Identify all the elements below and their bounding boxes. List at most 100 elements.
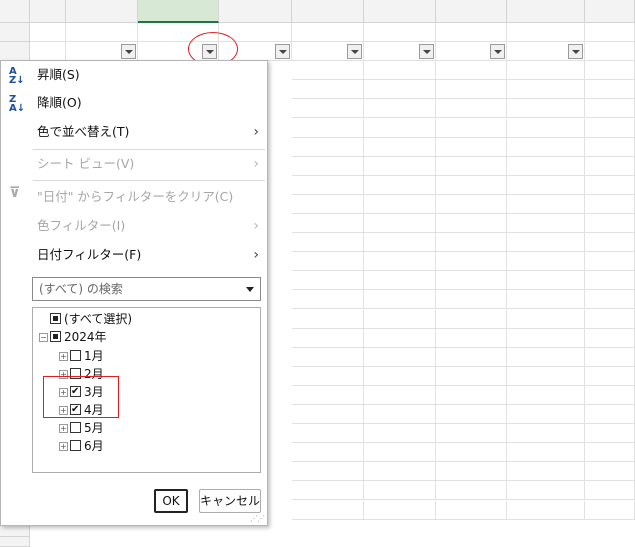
cell[interactable]	[30, 23, 66, 43]
table-cell[interactable]	[292, 175, 364, 195]
cell[interactable]	[585, 233, 635, 253]
table-cell[interactable]	[436, 366, 507, 386]
table-cell[interactable]	[292, 309, 364, 329]
cell[interactable]	[585, 252, 635, 272]
filter-button-e[interactable]	[347, 44, 362, 60]
sort-descending-item[interactable]: Z A↓ 降順(O)	[1, 91, 267, 115]
filter-button-d[interactable]	[275, 44, 290, 60]
table-cell[interactable]	[364, 156, 436, 176]
table-cell[interactable]	[507, 175, 585, 195]
filter-button-g[interactable]	[490, 44, 505, 60]
cell[interactable]	[292, 424, 364, 444]
table-cell[interactable]	[292, 271, 364, 291]
cell[interactable]	[585, 481, 635, 501]
cell[interactable]	[364, 481, 436, 501]
table-cell[interactable]	[507, 99, 585, 119]
column-header-h[interactable]	[507, 0, 585, 23]
row-header[interactable]	[0, 42, 30, 62]
table-cell[interactable]	[507, 366, 585, 386]
table-cell[interactable]	[364, 214, 436, 234]
row-header[interactable]	[0, 537, 30, 547]
cell[interactable]	[585, 271, 635, 291]
ok-button[interactable]: OK	[154, 489, 188, 513]
cell[interactable]	[585, 23, 635, 43]
table-cell[interactable]	[292, 290, 364, 310]
table-cell[interactable]	[292, 156, 364, 176]
cell[interactable]	[364, 500, 436, 520]
column-header-g[interactable]	[436, 0, 507, 23]
table-cell[interactable]	[436, 61, 507, 81]
cell[interactable]	[585, 214, 635, 234]
table-cell[interactable]	[364, 328, 436, 348]
expand-icon[interactable]: +	[59, 424, 68, 433]
tree-month-item[interactable]: +5月	[59, 419, 104, 437]
table-cell[interactable]	[507, 137, 585, 157]
dropdown-arrow-icon[interactable]	[246, 287, 254, 292]
cell[interactable]	[292, 481, 364, 501]
table-cell[interactable]	[507, 61, 585, 81]
table-cell[interactable]	[507, 309, 585, 329]
month-checkbox[interactable]	[70, 350, 81, 361]
filter-button-f[interactable]	[419, 44, 434, 60]
tree-month-item[interactable]: +1月	[59, 347, 104, 365]
cell[interactable]	[507, 385, 585, 405]
column-header-c[interactable]	[138, 0, 219, 23]
cell[interactable]	[585, 366, 635, 386]
cell[interactable]	[436, 405, 507, 425]
table-cell[interactable]	[292, 233, 364, 253]
resize-grip-icon[interactable]: ⋰⋰	[250, 514, 265, 523]
cell[interactable]	[292, 500, 364, 520]
expand-icon[interactable]: +	[59, 442, 68, 451]
month-checkbox[interactable]	[70, 440, 81, 451]
table-cell[interactable]	[507, 328, 585, 348]
table-cell[interactable]	[507, 347, 585, 367]
tree-month-item[interactable]: +6月	[59, 437, 104, 455]
table-cell[interactable]	[292, 328, 364, 348]
cell[interactable]	[364, 443, 436, 463]
cell[interactable]	[585, 156, 635, 176]
cell[interactable]	[507, 462, 585, 482]
cell[interactable]	[585, 462, 635, 482]
table-cell[interactable]	[292, 347, 364, 367]
cell[interactable]	[585, 99, 635, 119]
cell[interactable]	[30, 42, 66, 62]
cell[interactable]	[364, 462, 436, 482]
table-cell[interactable]	[436, 290, 507, 310]
table-cell[interactable]	[364, 99, 436, 119]
column-header-e[interactable]	[292, 0, 364, 23]
cell[interactable]	[585, 443, 635, 463]
cell[interactable]	[585, 290, 635, 310]
table-cell[interactable]	[436, 252, 507, 272]
table-cell[interactable]	[436, 214, 507, 234]
cell[interactable]	[292, 405, 364, 425]
sort-by-color-item[interactable]: 色で並べ替え(T) ›	[1, 120, 267, 144]
cell[interactable]	[585, 500, 635, 520]
cell[interactable]	[292, 443, 364, 463]
month-checkbox[interactable]	[70, 422, 81, 433]
tree-year-2024[interactable]: −2024年	[39, 328, 107, 346]
sort-ascending-item[interactable]: A Z↓ 昇順(S)	[1, 63, 267, 87]
select-all-corner[interactable]	[0, 0, 30, 23]
cell[interactable]	[436, 500, 507, 520]
cell[interactable]	[585, 385, 635, 405]
cancel-button[interactable]: キャンセル	[199, 489, 261, 513]
table-cell[interactable]	[436, 80, 507, 100]
column-header-d[interactable]	[219, 0, 292, 23]
cell[interactable]	[436, 23, 507, 43]
cell[interactable]	[436, 385, 507, 405]
table-cell[interactable]	[436, 194, 507, 214]
cell[interactable]	[436, 443, 507, 463]
table-cell[interactable]	[292, 194, 364, 214]
table-cell[interactable]	[507, 194, 585, 214]
table-cell[interactable]	[507, 290, 585, 310]
table-cell[interactable]	[292, 252, 364, 272]
table-cell[interactable]	[364, 347, 436, 367]
filter-search-input[interactable]: (すべて) の検索	[32, 277, 261, 301]
column-header-b[interactable]	[66, 0, 138, 23]
cell[interactable]	[364, 23, 436, 43]
table-cell[interactable]	[507, 252, 585, 272]
table-cell[interactable]	[436, 99, 507, 119]
year-checkbox[interactable]	[50, 331, 61, 342]
column-header-a[interactable]	[30, 0, 66, 23]
table-cell[interactable]	[364, 137, 436, 157]
